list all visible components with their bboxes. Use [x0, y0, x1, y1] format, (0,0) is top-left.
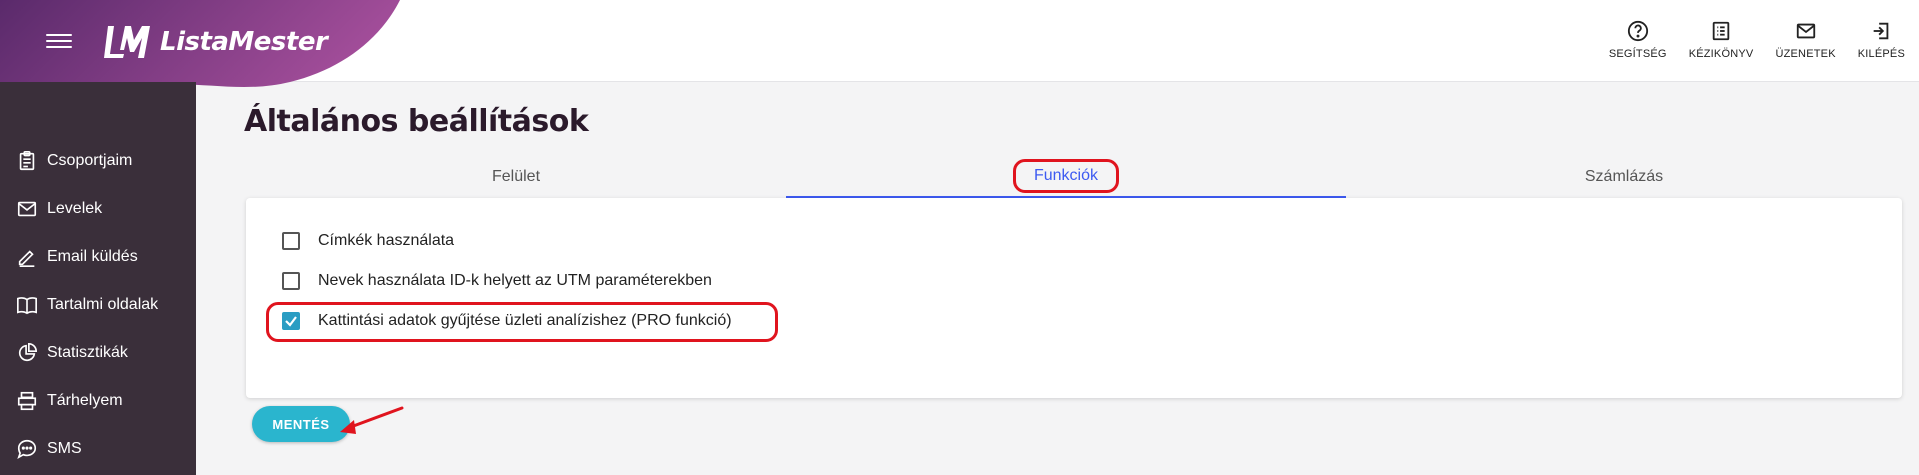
sidebar-item-storage[interactable]: Tárhelyem [16, 389, 123, 413]
messages-button[interactable]: ÜZENETEK [1775, 20, 1836, 60]
tab-label: Számlázás [1584, 167, 1664, 185]
logout-button[interactable]: KILÉPÉS [1858, 20, 1905, 60]
tab-funkciok[interactable]: Funkciók [786, 155, 1346, 198]
option-utm-names[interactable]: Nevek használata ID-k helyett az UTM par… [282, 272, 712, 290]
manual-label: KÉZIKÖNYV [1688, 48, 1754, 60]
tab-label: Funkciók [1012, 158, 1120, 193]
storage-icon [17, 391, 37, 411]
checkbox-checked[interactable] [282, 312, 300, 330]
sidebar-item-label: Csoportjaim [47, 152, 133, 169]
logo-mark-icon [104, 26, 150, 58]
sidebar-item-groups[interactable]: Csoportjaim [16, 149, 132, 173]
tab-label: Felület [491, 167, 541, 185]
logout-label: KILÉPÉS [1857, 48, 1905, 60]
sidebar-item-email-send[interactable]: Email küldés [16, 245, 138, 269]
check-icon [285, 316, 297, 327]
settings-card: Címkék használata Nevek használata ID-k … [246, 198, 1902, 398]
envelope-icon [17, 201, 37, 217]
option-label: Kattintási adatok gyűjtése üzleti analíz… [318, 312, 732, 329]
pie-chart-icon [18, 343, 37, 362]
help-button[interactable]: SEGÍTSÉG [1609, 20, 1667, 60]
option-label: Nevek használata ID-k helyett az UTM par… [318, 272, 712, 289]
book-icon [17, 297, 37, 315]
messages-label: ÜZENETEK [1775, 48, 1836, 60]
tab-felulet[interactable]: Felület [246, 155, 786, 198]
mail-icon [1796, 23, 1815, 39]
checkbox[interactable] [282, 272, 300, 290]
pencil-icon [18, 250, 35, 267]
sidebar-item-sms[interactable]: SMS [16, 437, 82, 461]
sidebar-item-letters[interactable]: Levelek [16, 197, 102, 221]
logo[interactable]: ListaMester [104, 24, 328, 60]
logout-icon [1874, 22, 1889, 40]
clipboard-icon [19, 151, 35, 171]
sidebar-item-content-pages[interactable]: Tartalmi oldalak [16, 293, 158, 317]
sidebar-item-label: Tárhelyem [47, 392, 123, 409]
help-label: SEGÍTSÉG [1608, 48, 1667, 60]
sidebar-item-label: Tartalmi oldalak [47, 296, 159, 313]
tab-szamlazas[interactable]: Számlázás [1346, 155, 1902, 198]
help-icon [1627, 20, 1648, 42]
option-label: Címkék használata [318, 232, 455, 249]
brand-name: ListaMester [160, 27, 328, 57]
settings-tabs: Felület Funkciók Számlázás [246, 155, 1902, 198]
sidebar-item-label: Email küldés [47, 248, 138, 265]
sidebar-item-label: Statisztikák [47, 344, 128, 361]
checkbox[interactable] [282, 232, 300, 250]
sidebar-item-statistics[interactable]: Statisztikák [16, 341, 128, 365]
manual-icon [1712, 21, 1730, 41]
annotation-arrow-icon [340, 406, 404, 434]
page-title: Általános beállítások [244, 104, 589, 139]
top-actions: SEGÍTSÉG KÉZIKÖNYV ÜZENETEK KILÉPÉS [1609, 20, 1905, 60]
sms-icon [17, 439, 37, 460]
sidebar: Csoportjaim Levelek Email küldés Tartalm… [0, 82, 196, 475]
sidebar-item-label: Levelek [47, 200, 103, 217]
manual-button[interactable]: KÉZIKÖNYV [1689, 20, 1754, 60]
hamburger-icon[interactable] [46, 30, 72, 52]
sidebar-item-label: SMS [47, 440, 82, 457]
option-tags[interactable]: Címkék használata [282, 232, 454, 250]
option-click-analytics[interactable]: Kattintási adatok gyűjtése üzleti analíz… [282, 312, 732, 330]
